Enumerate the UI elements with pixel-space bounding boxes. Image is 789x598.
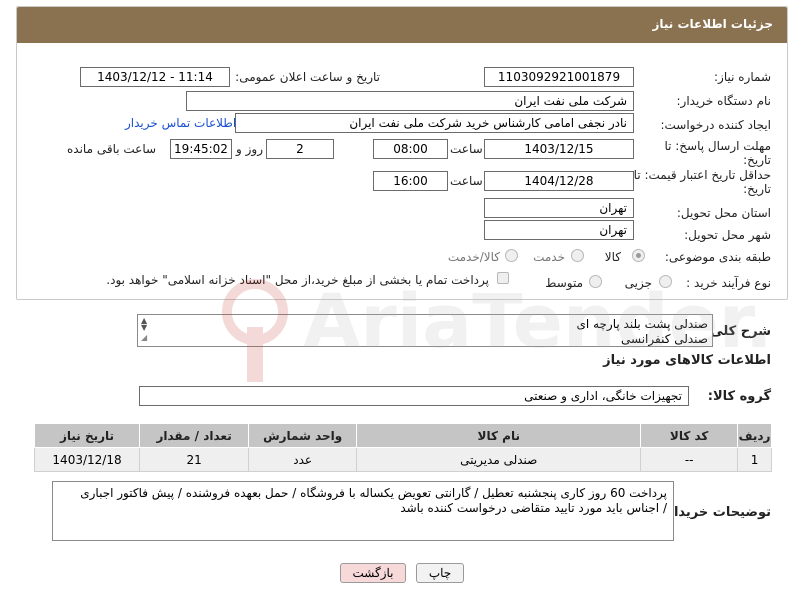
buyer-notes-textarea[interactable]: پرداخت 60 روز کاری پنجشنبه تعطیل / گاران… [52,481,674,541]
cell-unit: عدد [248,447,358,472]
deadline-time-field[interactable]: 08:00 [373,139,448,159]
days-label: روز و [236,142,263,156]
days-field[interactable]: 2 [266,139,334,159]
treasury-payment-checkbox[interactable] [497,272,509,284]
description-line-1: صندلی پشت بلند پارچه ای [576,317,708,331]
announce-label: تاریخ و ساعت اعلان عمومی: [235,70,380,84]
buyer-org-label: نام دستگاه خریدار: [676,94,772,108]
cell-need-date: 1403/12/18 [33,447,141,472]
header-quantity: تعداد / مقدار [139,423,250,448]
description-textarea[interactable]: صندلی پشت بلند پارچه ای صندلی کنفرانسی ▲… [137,314,713,347]
header-need-date: تاریخ نیاز [33,423,141,448]
category-radio-goods-service[interactable] [505,249,518,262]
process-radio-medium[interactable] [589,275,602,288]
header-item-name: نام کالا [356,423,642,448]
process-radio-minor[interactable] [659,275,672,288]
description-line-2: صندلی کنفرانسی [621,332,708,346]
validity-label-2: تاریخ: [743,182,771,196]
validity-time-field[interactable]: 16:00 [373,171,448,191]
buyer-contact-link[interactable]: اطلاعات تماس خریدار [125,116,236,130]
validity-label: حداقل تاریخ اعتبار قیمت: تا [633,168,771,182]
need-number-field[interactable]: 1103092921001879 [484,67,634,87]
city-label: شهر محل تحویل: [684,228,771,242]
buyer-notes-label: توضیحات خریدار: [661,505,771,520]
panel-header: جزئیات اطلاعات نیاز [17,7,787,43]
table-row[interactable]: 1 -- صندلی مدیریتی عدد 21 1403/12/18 [33,447,772,472]
cell-item-name: صندلی مدیریتی [356,447,642,472]
cell-row-number: 1 [737,447,772,472]
category-option-goods: کالا [604,250,621,264]
deadline-label-2: تاریخ: [743,153,771,167]
deadline-label: مهلت ارسال پاسخ: تا [664,139,771,153]
header-item-code: کد کالا [640,423,739,448]
deadline-date-field[interactable]: 1403/12/15 [484,139,634,159]
remaining-label: ساعت باقی مانده [67,142,157,156]
province-field[interactable]: تهران [484,198,634,218]
treasury-payment-note: پرداخت تمام یا بخشی از مبلغ خرید،از محل … [106,273,489,287]
header-unit: واحد شمارش [248,423,358,448]
spinner-arrows-icon[interactable]: ▲ ▼ [141,317,147,332]
print-button[interactable]: چاپ [416,563,464,583]
table-header-row: ردیف کد کالا نام کالا واحد شمارش تعداد /… [33,423,772,448]
process-label: نوع فرآیند خرید : [686,276,771,290]
validity-time-label: ساعت [450,174,483,188]
goods-group-label: گروه کالا: [707,389,771,404]
cell-quantity: 21 [139,447,250,472]
buyer-org-field[interactable]: شرکت ملی نفت ایران [186,91,634,111]
province-label: استان محل تحویل: [676,206,771,220]
goods-section-title: اطلاعات کالاهای مورد نیاز [603,353,771,368]
category-radio-service[interactable] [571,249,584,262]
category-option-goods-service: کالا/خدمت [447,250,500,264]
creator-field[interactable]: نادر نجفی امامی کارشناس خرید شرکت ملی نف… [235,113,634,133]
cell-item-code: -- [640,447,739,472]
items-table: ردیف کد کالا نام کالا واحد شمارش تعداد /… [33,423,772,472]
deadline-time-label: ساعت [450,142,483,156]
announce-datetime-field[interactable]: 1403/12/12 - 11:14 [80,67,230,87]
goods-group-field[interactable]: تجهیزات خانگی، اداری و صنعتی [139,386,689,406]
need-number-label: شماره نیاز: [714,70,771,84]
category-radio-goods[interactable] [632,249,645,262]
process-option-minor: جزیی [624,276,652,290]
creator-label: ایجاد کننده درخواست: [660,118,771,132]
panel-title: جزئیات اطلاعات نیاز [652,17,773,31]
city-field[interactable]: تهران [484,220,634,240]
category-label: طبقه بندی موضوعی: [664,250,771,264]
remaining-time-field[interactable]: 19:45:02 [170,139,232,159]
category-option-service: خدمت [533,250,565,264]
header-row-number: ردیف [737,423,772,448]
process-option-medium: متوسط [545,276,583,290]
resize-grip-icon[interactable]: ◢ [141,330,147,345]
back-button[interactable]: بازگشت [340,563,406,583]
validity-date-field[interactable]: 1404/12/28 [484,171,634,191]
